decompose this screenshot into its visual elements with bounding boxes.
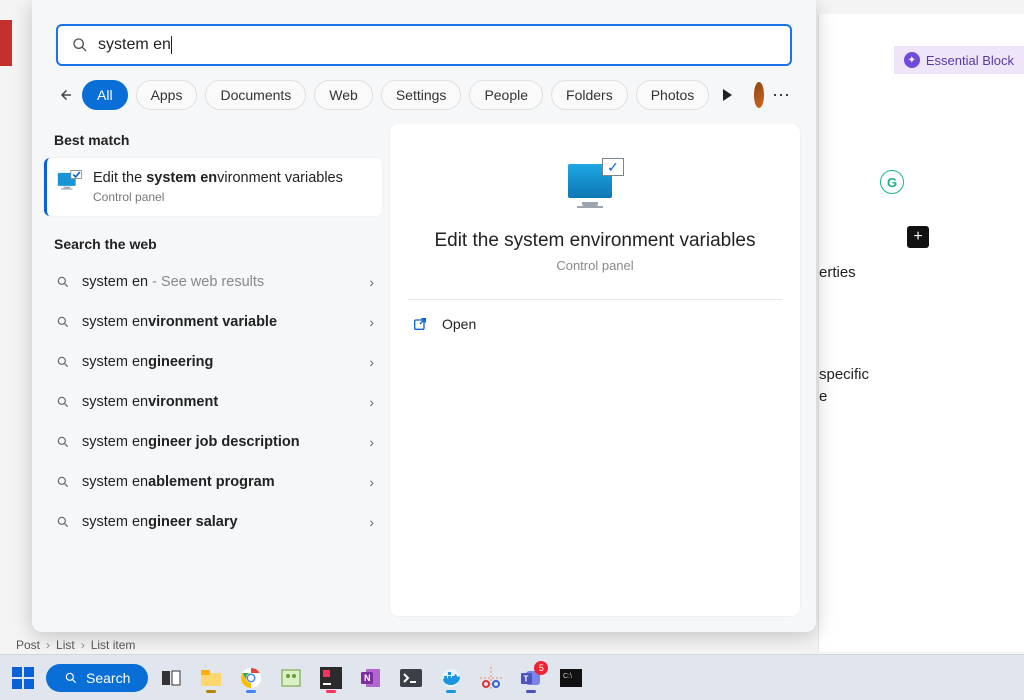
essential-block-label: Essential Block [926,53,1014,68]
taskbar-chrome[interactable] [234,661,268,695]
grammarly-icon: G [880,170,904,194]
web-result-text: system environment variable [82,314,357,330]
crumb-post[interactable]: Post [16,638,40,652]
search-icon [56,475,70,489]
chevron-right-icon: › [369,434,374,450]
crumb-list[interactable]: List [56,638,75,652]
taskbar-cmd[interactable]: C:\ [554,661,588,695]
arrow-left-icon [56,86,74,104]
chevron-right-icon: › [369,274,374,290]
search-icon [56,275,70,289]
filter-apps[interactable]: Apps [136,80,198,110]
bg-text-3: e [819,388,827,405]
preview-pane: ✓ Edit the system environment variables … [390,124,800,616]
monitor-settings-icon [57,170,83,192]
web-result-text: system enablement program [82,474,357,490]
search-icon [56,315,70,329]
web-result-3[interactable]: system environment › [44,382,386,422]
results-column: Best match Edit the system environment v… [44,124,386,620]
web-result-6[interactable]: system engineer salary › [44,502,386,542]
web-result-text: system environment [82,394,357,410]
web-result-text: system engineer salary [82,514,357,530]
breadcrumb: Post› List› List item [16,638,135,652]
filter-folders[interactable]: Folders [551,80,628,110]
web-result-text: system engineering [82,354,357,370]
preview-title: Edit the system environment variables [434,230,755,252]
filter-web[interactable]: Web [314,80,373,110]
taskbar-snip[interactable] [474,661,508,695]
search-icon [56,355,70,369]
overflow-menu-button[interactable]: ⋯ [772,85,792,106]
filter-documents[interactable]: Documents [205,80,306,110]
more-filters-button[interactable] [723,89,732,101]
filter-people[interactable]: People [469,80,543,110]
filter-row: All Apps Documents Web Settings People F… [32,66,816,124]
chevron-right-icon: › [369,354,374,370]
user-avatar[interactable] [754,82,764,108]
filter-photos[interactable]: Photos [636,80,710,110]
bg-text-1: erties [819,264,856,281]
search-icon [72,37,88,53]
search-query-text: system en [98,36,171,53]
essential-block-icon: ✦ [904,52,920,68]
preview-app-icon: ✓ [566,158,624,206]
filter-settings[interactable]: Settings [381,80,462,110]
preview-subtitle: Control panel [556,258,633,273]
bg-text-2: specific [819,366,869,383]
taskbar-onenote[interactable]: N [354,661,388,695]
open-external-icon [412,316,428,332]
add-block-button[interactable]: + [907,226,929,248]
taskbar-intellij[interactable] [314,661,348,695]
web-result-4[interactable]: system engineer job description › [44,422,386,462]
svg-text:N: N [364,673,371,683]
taskbar-explorer[interactable] [194,661,228,695]
crumb-list-item[interactable]: List item [91,638,136,652]
taskbar-notepadpp[interactable] [274,661,308,695]
svg-text:C:\: C:\ [563,673,572,680]
best-match-heading: Best match [44,124,386,158]
teams-badge: 5 [534,661,548,675]
svg-text:T: T [524,674,529,683]
open-action[interactable]: Open [408,300,782,348]
best-match-title: Edit the system environment variables [93,170,343,186]
taskbar-teams[interactable]: T 5 [514,661,548,695]
web-results-list: system en - See web results › system env… [44,262,386,542]
chevron-right-icon: › [369,314,374,330]
taskbar-search-label: Search [86,670,130,686]
filter-all[interactable]: All [82,80,128,110]
background-app: ✦ Essential Block G + erties specific e [818,14,1024,652]
back-button[interactable] [56,81,74,109]
chevron-right-icon: › [369,474,374,490]
taskbar-search-button[interactable]: Search [46,664,148,692]
taskbar-docker[interactable] [434,661,468,695]
essential-block-pill[interactable]: ✦ Essential Block [894,46,1024,74]
search-web-heading: Search the web [44,228,386,262]
best-match-item[interactable]: Edit the system environment variables Co… [44,158,382,216]
web-result-text: system en - See web results [82,274,357,290]
start-button[interactable] [6,661,40,695]
best-match-subtitle: Control panel [93,190,343,204]
open-label: Open [442,316,476,332]
taskbar-terminal[interactable] [394,661,428,695]
search-icon [56,395,70,409]
taskbar-taskview[interactable] [154,661,188,695]
start-search-panel: system en All Apps Documents Web Setting… [32,0,816,632]
background-red-strip [0,20,12,66]
web-result-1[interactable]: system environment variable › [44,302,386,342]
chevron-right-icon: › [369,394,374,410]
chevron-right-icon: › [369,514,374,530]
text-cursor [171,36,172,54]
taskbar: Search N T 5 C:\ [0,654,1024,700]
web-result-5[interactable]: system enablement program › [44,462,386,502]
web-result-text: system engineer job description [82,434,357,450]
search-icon [64,671,78,685]
web-result-0[interactable]: system en - See web results › [44,262,386,302]
web-result-2[interactable]: system engineering › [44,342,386,382]
search-box[interactable]: system en [56,24,792,66]
search-input[interactable]: system en [98,36,776,54]
search-icon [56,515,70,529]
search-icon [56,435,70,449]
